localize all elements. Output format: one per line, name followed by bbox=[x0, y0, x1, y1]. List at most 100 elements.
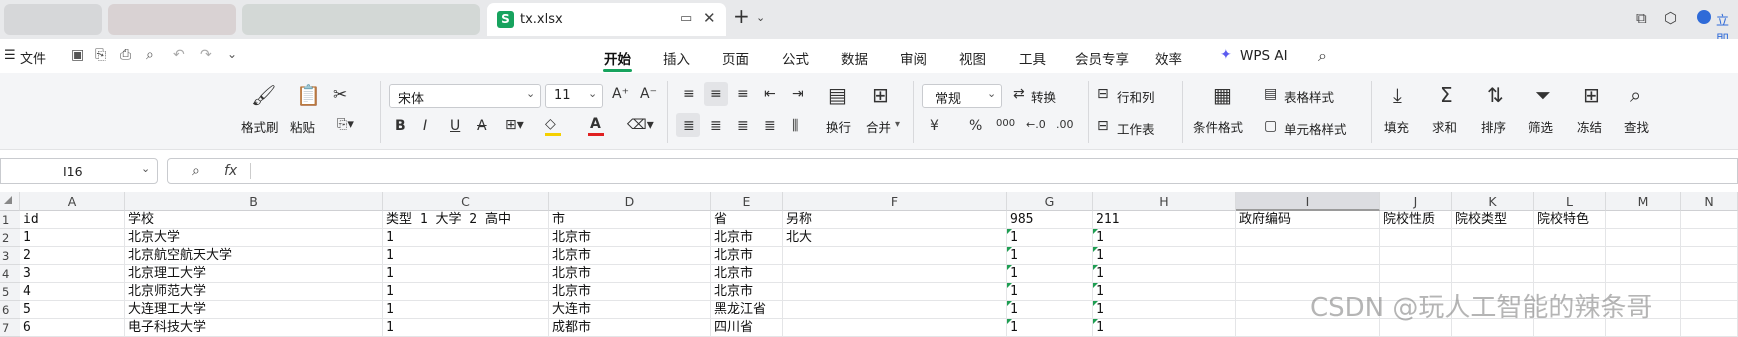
find-button[interactable]: 查找 bbox=[1624, 117, 1649, 136]
cell-f6[interactable] bbox=[783, 301, 1007, 319]
monitor-icon[interactable]: ▭ bbox=[680, 11, 692, 26]
row-header[interactable]: 5 bbox=[0, 283, 20, 301]
print-preview-icon[interactable]: ⌕ bbox=[146, 47, 154, 63]
cell-a4[interactable]: 3 bbox=[20, 265, 125, 283]
cell-m3[interactable] bbox=[1606, 247, 1681, 265]
hamburger-icon[interactable]: ☰ bbox=[4, 48, 16, 63]
cell-g3[interactable]: 1 bbox=[1007, 247, 1093, 265]
cell-n1[interactable] bbox=[1681, 211, 1738, 229]
menu-formula[interactable]: 公式 bbox=[782, 48, 809, 68]
export-icon[interactable]: ⎘ bbox=[95, 47, 106, 63]
row-header[interactable]: 3 bbox=[0, 247, 20, 265]
column-header-b[interactable]: B bbox=[125, 192, 383, 211]
cell-a2[interactable]: 1 bbox=[20, 229, 125, 247]
select-all-corner[interactable] bbox=[0, 192, 20, 211]
cell-f1[interactable]: 另称 bbox=[783, 211, 1007, 229]
cell-d5[interactable]: 北京市 bbox=[549, 283, 711, 301]
cell-k4[interactable] bbox=[1452, 265, 1534, 283]
column-header-g[interactable]: G bbox=[1007, 192, 1093, 211]
chevron-down-icon[interactable]: ⌄ bbox=[227, 47, 237, 61]
cell-f4[interactable] bbox=[783, 265, 1007, 283]
menu-wps-ai[interactable]: WPS AI bbox=[1240, 48, 1288, 64]
number-format-select[interactable]: 常规 ⌄ bbox=[922, 84, 1002, 108]
user-icon[interactable] bbox=[1697, 10, 1711, 24]
decrease-font-icon[interactable]: A⁻ bbox=[640, 87, 657, 101]
cell-c7[interactable]: 1 bbox=[383, 319, 549, 337]
cell-k1[interactable]: 院校类型 bbox=[1452, 211, 1534, 229]
increase-decimal-icon[interactable]: ←.0 bbox=[1026, 119, 1046, 130]
justify-icon[interactable]: ≣ bbox=[764, 119, 776, 133]
cell-d4[interactable]: 北京市 bbox=[549, 265, 711, 283]
row-header[interactable]: 1 bbox=[0, 211, 20, 229]
wrap-button[interactable]: 换行 bbox=[826, 117, 851, 136]
cell-f7[interactable] bbox=[783, 319, 1007, 337]
cell-j3[interactable] bbox=[1380, 247, 1452, 265]
new-tab-icon[interactable]: + bbox=[733, 4, 750, 28]
cell-e4[interactable]: 北京市 bbox=[711, 265, 783, 283]
cube-icon[interactable]: ⬡ bbox=[1664, 9, 1677, 27]
menu-review[interactable]: 审阅 bbox=[900, 48, 927, 68]
fill-color-icon[interactable]: ◇ bbox=[545, 117, 556, 131]
cell-c5[interactable]: 1 bbox=[383, 283, 549, 301]
menu-efficiency[interactable]: 效率 bbox=[1155, 48, 1182, 68]
currency-icon[interactable]: ¥ bbox=[930, 119, 939, 133]
table-style-button[interactable]: 表格样式 bbox=[1284, 87, 1334, 106]
cell-h3[interactable]: 1 bbox=[1093, 247, 1236, 265]
cell-g4[interactable]: 1 bbox=[1007, 265, 1093, 283]
cell-a7[interactable]: 6 bbox=[20, 319, 125, 337]
align-left-icon[interactable]: ≣ bbox=[683, 119, 695, 133]
fill-button[interactable]: 填充 bbox=[1384, 117, 1409, 136]
browser-tab-blurred-1[interactable] bbox=[4, 4, 102, 35]
align-center-icon[interactable]: ≣ bbox=[710, 119, 722, 133]
cell-e6[interactable]: 黑龙江省 bbox=[711, 301, 783, 319]
undo-icon[interactable]: ↶ bbox=[173, 47, 185, 63]
column-header-h[interactable]: H bbox=[1093, 192, 1236, 211]
sort-button[interactable]: 排序 bbox=[1481, 117, 1506, 136]
save-icon[interactable]: ▣ bbox=[71, 47, 84, 63]
cell-b5[interactable]: 北京师范大学 bbox=[125, 283, 383, 301]
menu-page[interactable]: 页面 bbox=[722, 48, 749, 68]
align-right-icon[interactable]: ≣ bbox=[737, 119, 749, 133]
chevron-down-icon[interactable]: ⌄ bbox=[756, 11, 765, 24]
cell-c2[interactable]: 1 bbox=[383, 229, 549, 247]
cell-m1[interactable] bbox=[1606, 211, 1681, 229]
worksheet-button[interactable]: 工作表 bbox=[1117, 119, 1155, 138]
cell-b2[interactable]: 北京大学 bbox=[125, 229, 383, 247]
menu-member[interactable]: 会员专享 bbox=[1075, 48, 1129, 68]
align-bottom-icon[interactable]: ≡ bbox=[737, 87, 749, 101]
decrease-decimal-icon[interactable]: .00 bbox=[1056, 119, 1074, 130]
filter-button[interactable]: 筛选 bbox=[1528, 117, 1553, 136]
fx-icon[interactable]: fx bbox=[224, 163, 237, 179]
search-icon[interactable]: ⌕ bbox=[1318, 46, 1327, 66]
column-header-a[interactable]: A bbox=[20, 192, 125, 211]
row-header[interactable]: 6 bbox=[0, 301, 20, 319]
eraser-icon[interactable]: ⌫▾ bbox=[627, 118, 654, 132]
browser-tab-blurred-2[interactable] bbox=[108, 4, 236, 35]
row-header[interactable]: 2 bbox=[0, 229, 20, 247]
menu-data[interactable]: 数据 bbox=[841, 48, 868, 68]
cell-n2[interactable] bbox=[1681, 229, 1738, 247]
indent-increase-icon[interactable]: ⇥ bbox=[792, 87, 804, 101]
browser-tab-blurred-3[interactable] bbox=[242, 4, 480, 35]
menu-insert[interactable]: 插入 bbox=[663, 48, 690, 68]
cell-g6[interactable]: 1 bbox=[1007, 301, 1093, 319]
cell-e3[interactable]: 北京市 bbox=[711, 247, 783, 265]
cell-l3[interactable] bbox=[1534, 247, 1606, 265]
cell-n6[interactable] bbox=[1681, 301, 1738, 319]
formula-input[interactable]: ⌕ fx bbox=[167, 158, 1738, 184]
font-color-icon[interactable]: A bbox=[590, 117, 601, 131]
column-header-n[interactable]: N bbox=[1681, 192, 1738, 211]
cell-d1[interactable]: 市 bbox=[549, 211, 711, 229]
cell-g5[interactable]: 1 bbox=[1007, 283, 1093, 301]
cell-a5[interactable]: 4 bbox=[20, 283, 125, 301]
column-header-i[interactable]: I bbox=[1236, 192, 1380, 211]
cell-h6[interactable]: 1 bbox=[1093, 301, 1236, 319]
window-icon[interactable]: ⧉ bbox=[1636, 9, 1647, 27]
cell-f2[interactable]: 北大 bbox=[783, 229, 1007, 247]
underline-icon[interactable]: U bbox=[450, 119, 460, 133]
cell-d3[interactable]: 北京市 bbox=[549, 247, 711, 265]
cell-b4[interactable]: 北京理工大学 bbox=[125, 265, 383, 283]
percent-icon[interactable]: % bbox=[969, 119, 982, 133]
cell-f5[interactable] bbox=[783, 283, 1007, 301]
cell-l1[interactable]: 院校特色 bbox=[1534, 211, 1606, 229]
